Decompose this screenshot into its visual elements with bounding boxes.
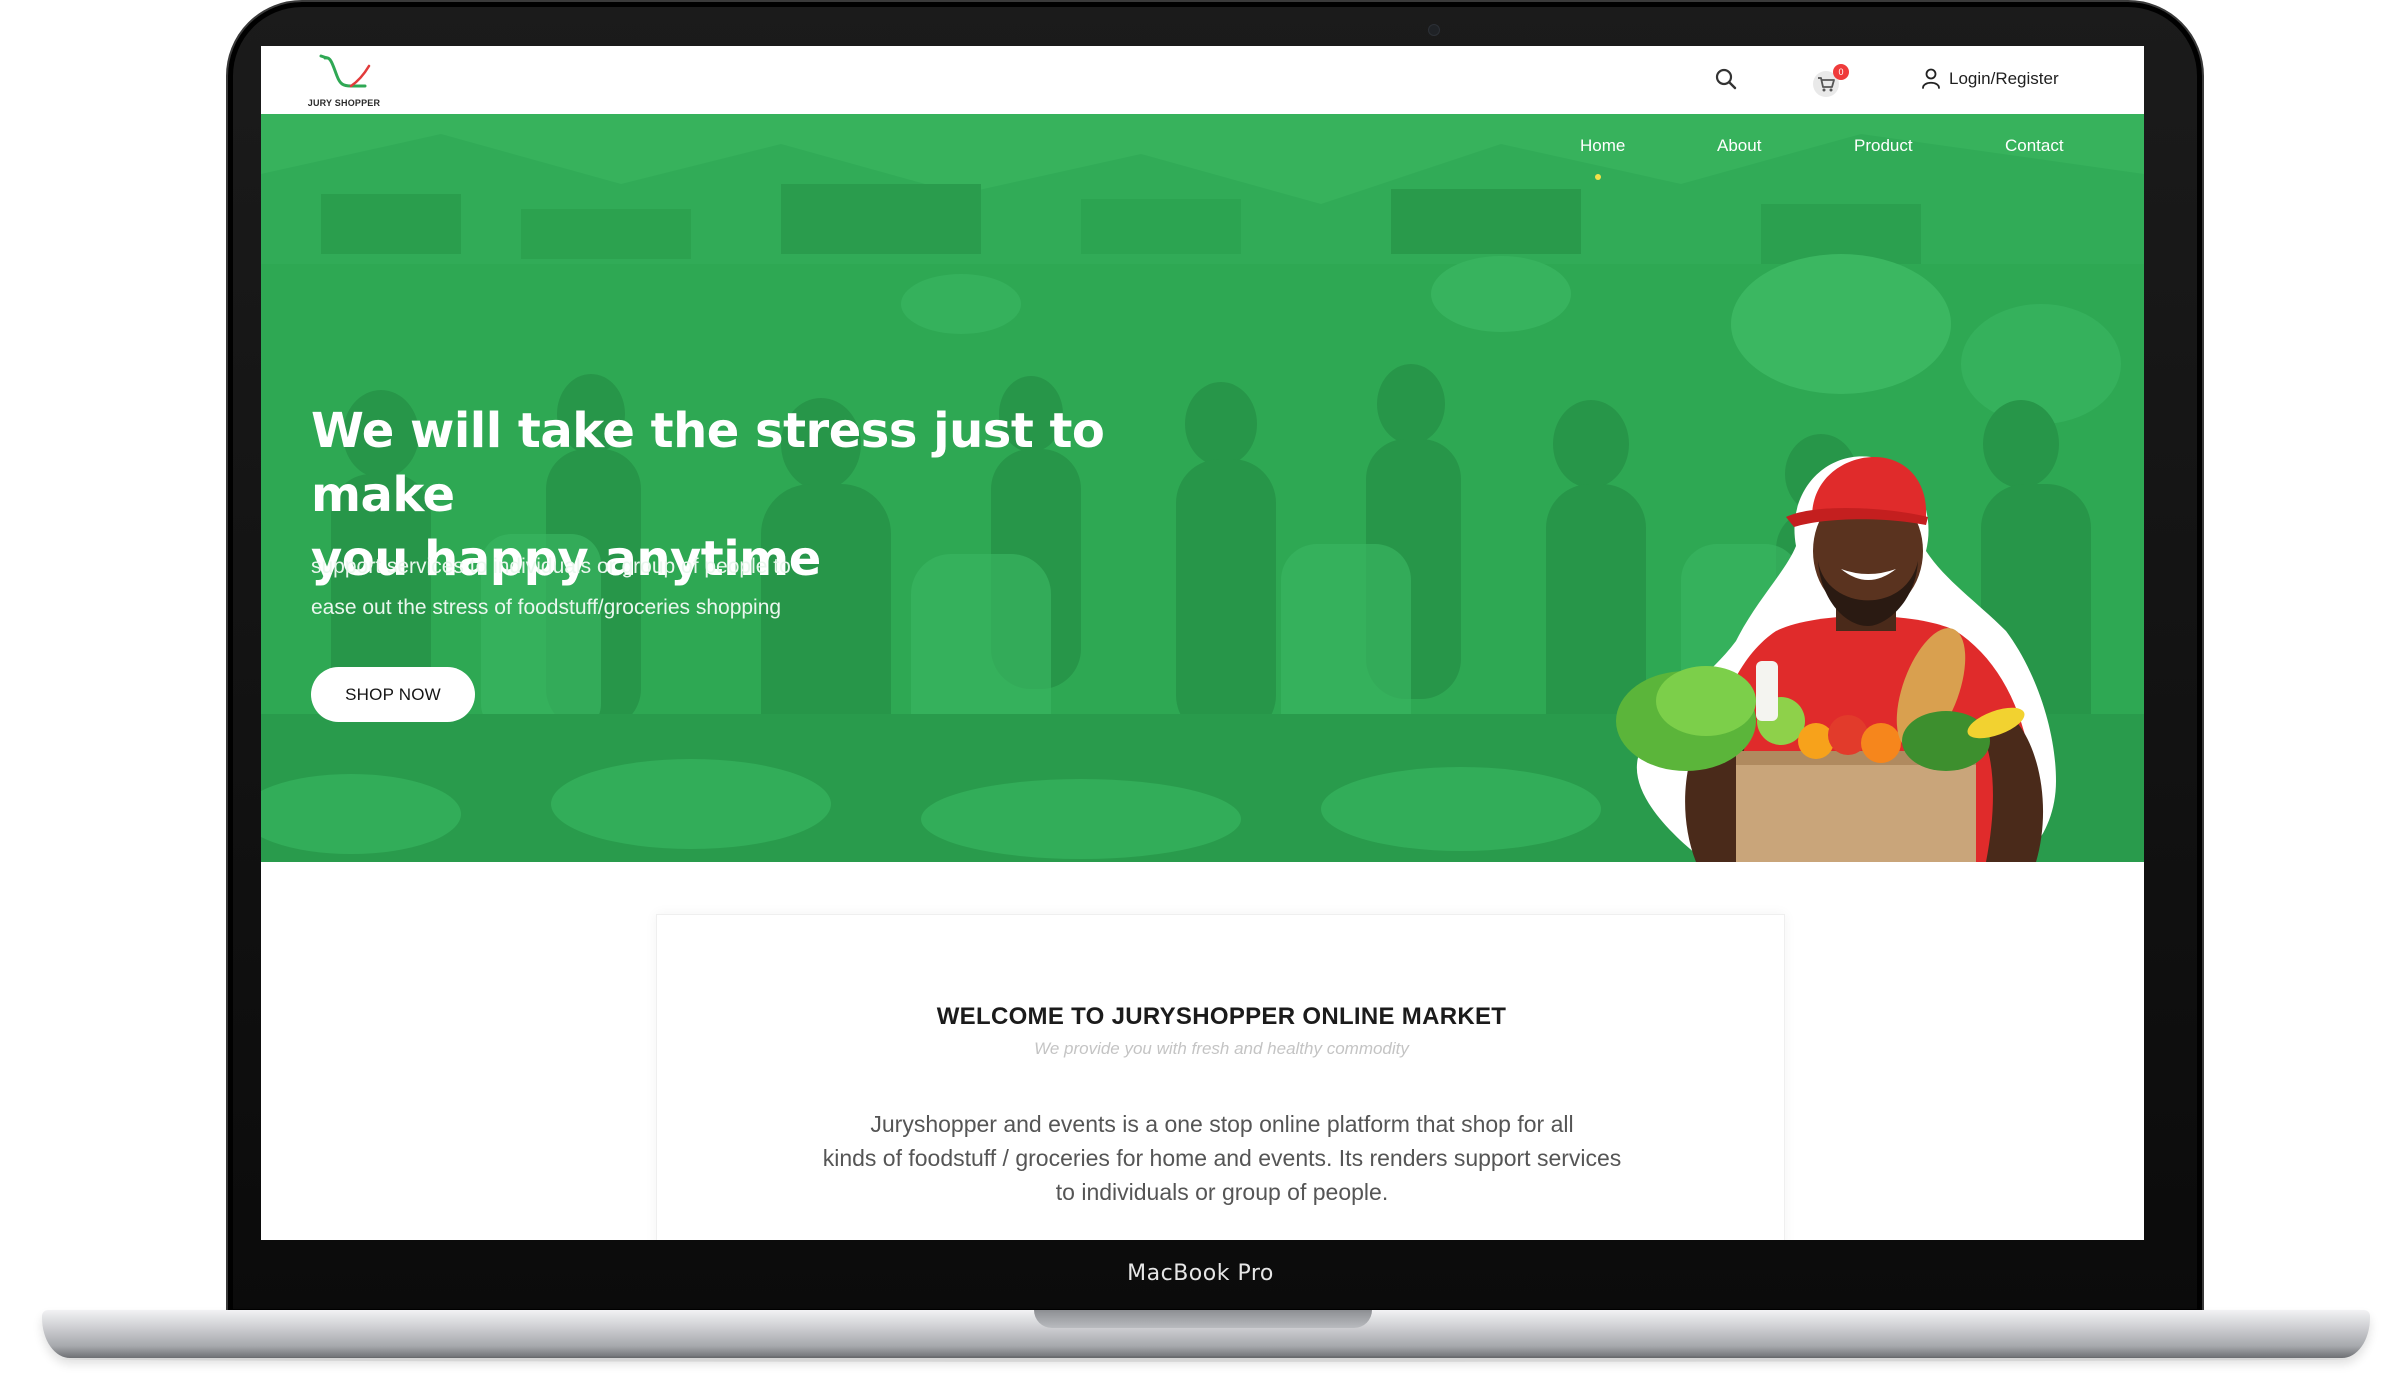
- browser-screen: JURY SHOPPER 0 Login/Register Home About…: [261, 46, 2144, 1240]
- site-logo[interactable]: JURY SHOPPER: [307, 52, 381, 112]
- nav-product[interactable]: Product: [1854, 136, 1913, 156]
- nav-active-indicator: [1595, 174, 1601, 180]
- cart-button[interactable]: 0: [1811, 64, 1849, 97]
- welcome-card: WELCOME TO JURYSHOPPER ONLINE MARKET We …: [656, 914, 1785, 1240]
- main-nav: Home About Product Contact: [261, 136, 2144, 176]
- nav-home[interactable]: Home: [1580, 136, 1625, 156]
- shop-now-button[interactable]: SHOP NOW: [311, 667, 475, 722]
- welcome-tagline: We provide you with fresh and healthy co…: [1034, 1039, 1409, 1058]
- welcome-title: WELCOME TO JURYSHOPPER ONLINE MARKET: [936, 1003, 1507, 1030]
- hero-subtitle: support services to individuals or group…: [311, 546, 871, 628]
- search-icon: [1715, 68, 1737, 90]
- user-icon: [1922, 68, 1940, 89]
- nav-contact[interactable]: Contact: [2005, 136, 2064, 156]
- hero-subtitle-line: support services to individuals or group…: [311, 555, 791, 578]
- welcome-body-line: kinds of foodstuff / groceries for home …: [822, 1145, 1622, 1171]
- welcome-body-line: Juryshopper and events is a one stop onl…: [870, 1111, 1574, 1137]
- top-header: JURY SHOPPER 0 Login/Register: [261, 46, 2144, 114]
- welcome-body: Juryshopper and events is a one stop onl…: [787, 1107, 1657, 1209]
- login-register-label: Login/Register: [1949, 69, 2059, 88]
- login-register-link[interactable]: Login/Register: [1921, 66, 2059, 92]
- device-label: MacBook Pro: [1127, 1261, 1274, 1286]
- search-button[interactable]: [1713, 66, 1739, 92]
- cart-count-badge: 0: [1833, 64, 1849, 80]
- camera-dot: [1428, 24, 1440, 36]
- logo-text: JURY SHOPPER: [307, 98, 381, 108]
- delivery-man-image: [1616, 456, 2056, 862]
- logo-cart-icon: [319, 54, 371, 88]
- laptop-notch: [1034, 1310, 1372, 1328]
- nav-about[interactable]: About: [1717, 136, 1761, 156]
- hero-banner: Home About Product Contact We will take …: [261, 114, 2144, 862]
- hero-title-line: We will take the stress just to make: [311, 403, 1105, 523]
- welcome-body-line: to individuals or group of people.: [1055, 1179, 1389, 1205]
- laptop-shadow: [60, 1356, 2350, 1362]
- hero-subtitle-line: ease out the stress of foodstuff/groceri…: [311, 596, 782, 619]
